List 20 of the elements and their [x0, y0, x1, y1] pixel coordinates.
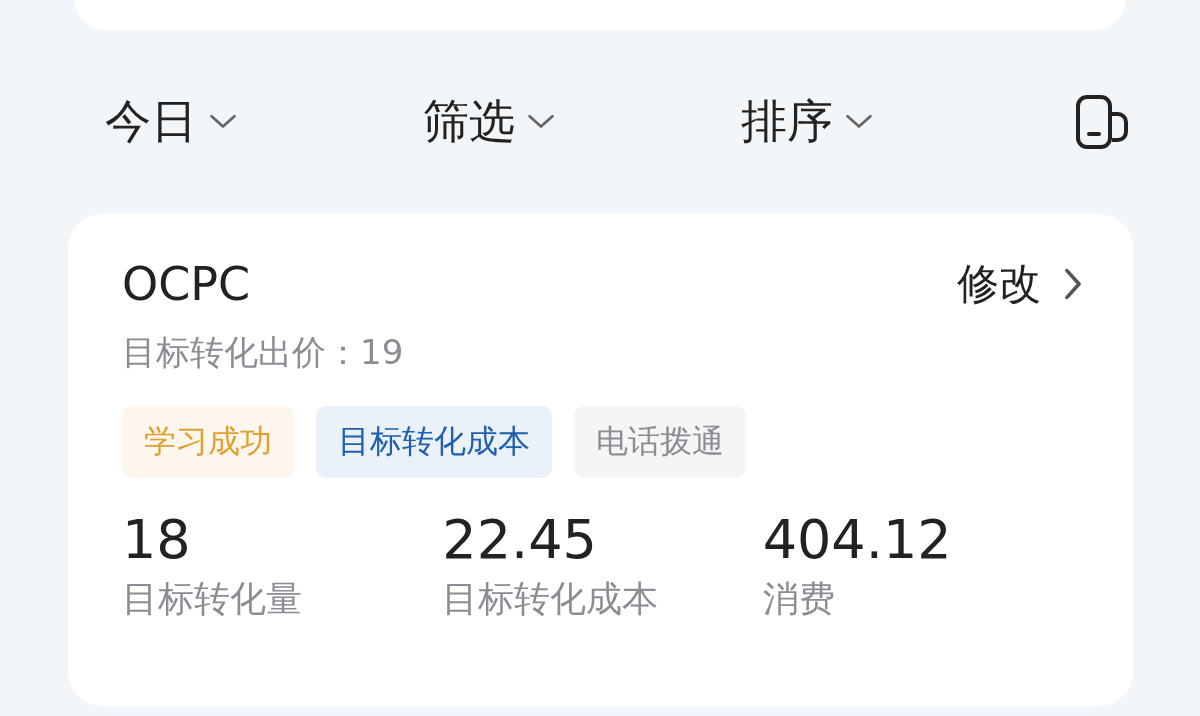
caret-icon [845, 114, 873, 130]
bid-value: 19 [360, 332, 404, 372]
caret-icon [209, 114, 237, 130]
filter-dropdown[interactable]: 今日 [105, 91, 423, 153]
chevron-icon [1063, 267, 1083, 301]
filter-dropdown[interactable]: 排序 [741, 91, 1059, 153]
filter-dropdown[interactable]: 筛选 [423, 91, 741, 153]
metric-label: 目标转化成本 [442, 577, 660, 621]
metric-value: 18 [122, 508, 192, 571]
campaign-title: OCPC [122, 257, 251, 311]
bid-label: 目标转化出价： [122, 332, 360, 372]
tag: 目标转化成本 [316, 406, 552, 478]
tag: 电话拨通 [574, 406, 746, 478]
metric-label: 消费 [762, 577, 836, 621]
metric-value: 22.45 [442, 508, 598, 571]
edit-link[interactable]: 修改 [957, 256, 1083, 312]
metric-value: 404.12 [762, 508, 953, 571]
tag: 学习成功 [122, 406, 294, 478]
metric-label: 目标转化量 [122, 577, 303, 621]
caret-icon [527, 114, 555, 130]
